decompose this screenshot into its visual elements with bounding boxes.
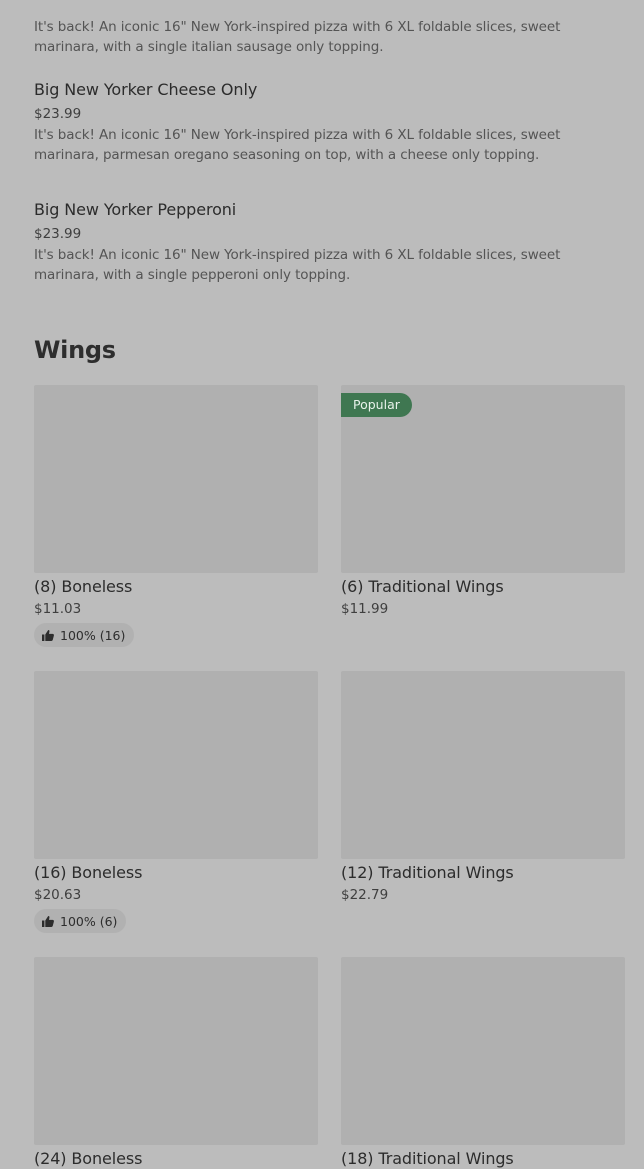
card-price: $22.79 [341, 887, 389, 903]
item-price: $23.99 [34, 106, 82, 122]
rating-pill: 100% (6) [34, 909, 127, 933]
section-title-wings: Wings [34, 336, 116, 364]
rating-text: 100% (16) [60, 627, 126, 643]
item-image [34, 385, 318, 573]
item-name: Big New Yorker Cheese Only [34, 80, 258, 99]
thumbs-up-icon [42, 915, 54, 927]
popular-badge: Popular [341, 393, 412, 417]
wings-card-16-boneless[interactable]: (16) Boneless $20.63 100% (6) [34, 671, 318, 933]
item-description: It's back! An iconic 16" New York-inspir… [34, 127, 561, 163]
card-name: (8) Boneless [34, 577, 133, 596]
menu-item-big-new-yorker-pepperoni[interactable]: Big New Yorker Pepperoni $23.99 It's bac… [34, 200, 614, 285]
wings-card-18-traditional[interactable]: (18) Traditional Wings [341, 957, 625, 1169]
wings-card-12-traditional[interactable]: (12) Traditional Wings $22.79 [341, 671, 625, 904]
item-image [34, 957, 318, 1145]
item-price-partial [34, 0, 614, 4]
card-price: $11.99 [341, 601, 389, 617]
card-name: (16) Boneless [34, 863, 143, 882]
card-name: (24) Boneless [34, 1149, 143, 1168]
item-description: It's back! An iconic 16" New York-inspir… [34, 247, 561, 283]
wings-card-6-traditional[interactable]: Popular (6) Traditional Wings $11.99 [341, 385, 625, 618]
rating-pill: 100% (16) [34, 623, 135, 647]
item-price: $23.99 [34, 226, 82, 242]
item-image: Popular [341, 385, 625, 573]
thumbs-up-icon [42, 629, 54, 641]
item-image [34, 671, 318, 859]
card-name: (6) Traditional Wings [341, 577, 504, 596]
rating-text: 100% (6) [60, 913, 118, 929]
card-price: $20.63 [34, 887, 82, 903]
card-price: $11.03 [34, 601, 82, 617]
wings-card-24-boneless[interactable]: (24) Boneless [34, 957, 318, 1169]
menu-item-big-new-yorker-cheese[interactable]: Big New Yorker Cheese Only $23.99 It's b… [34, 80, 614, 165]
card-name: (18) Traditional Wings [341, 1149, 514, 1168]
item-image [341, 671, 625, 859]
item-name: Big New Yorker Pepperoni [34, 200, 237, 219]
item-description: It's back! An iconic 16" New York-inspir… [34, 19, 561, 55]
item-image [341, 957, 625, 1145]
menu-item-partial[interactable]: It's back! An iconic 16" New York-inspir… [34, 0, 614, 57]
card-name: (12) Traditional Wings [341, 863, 514, 882]
wings-card-8-boneless[interactable]: (8) Boneless $11.03 100% (16) [34, 385, 318, 647]
